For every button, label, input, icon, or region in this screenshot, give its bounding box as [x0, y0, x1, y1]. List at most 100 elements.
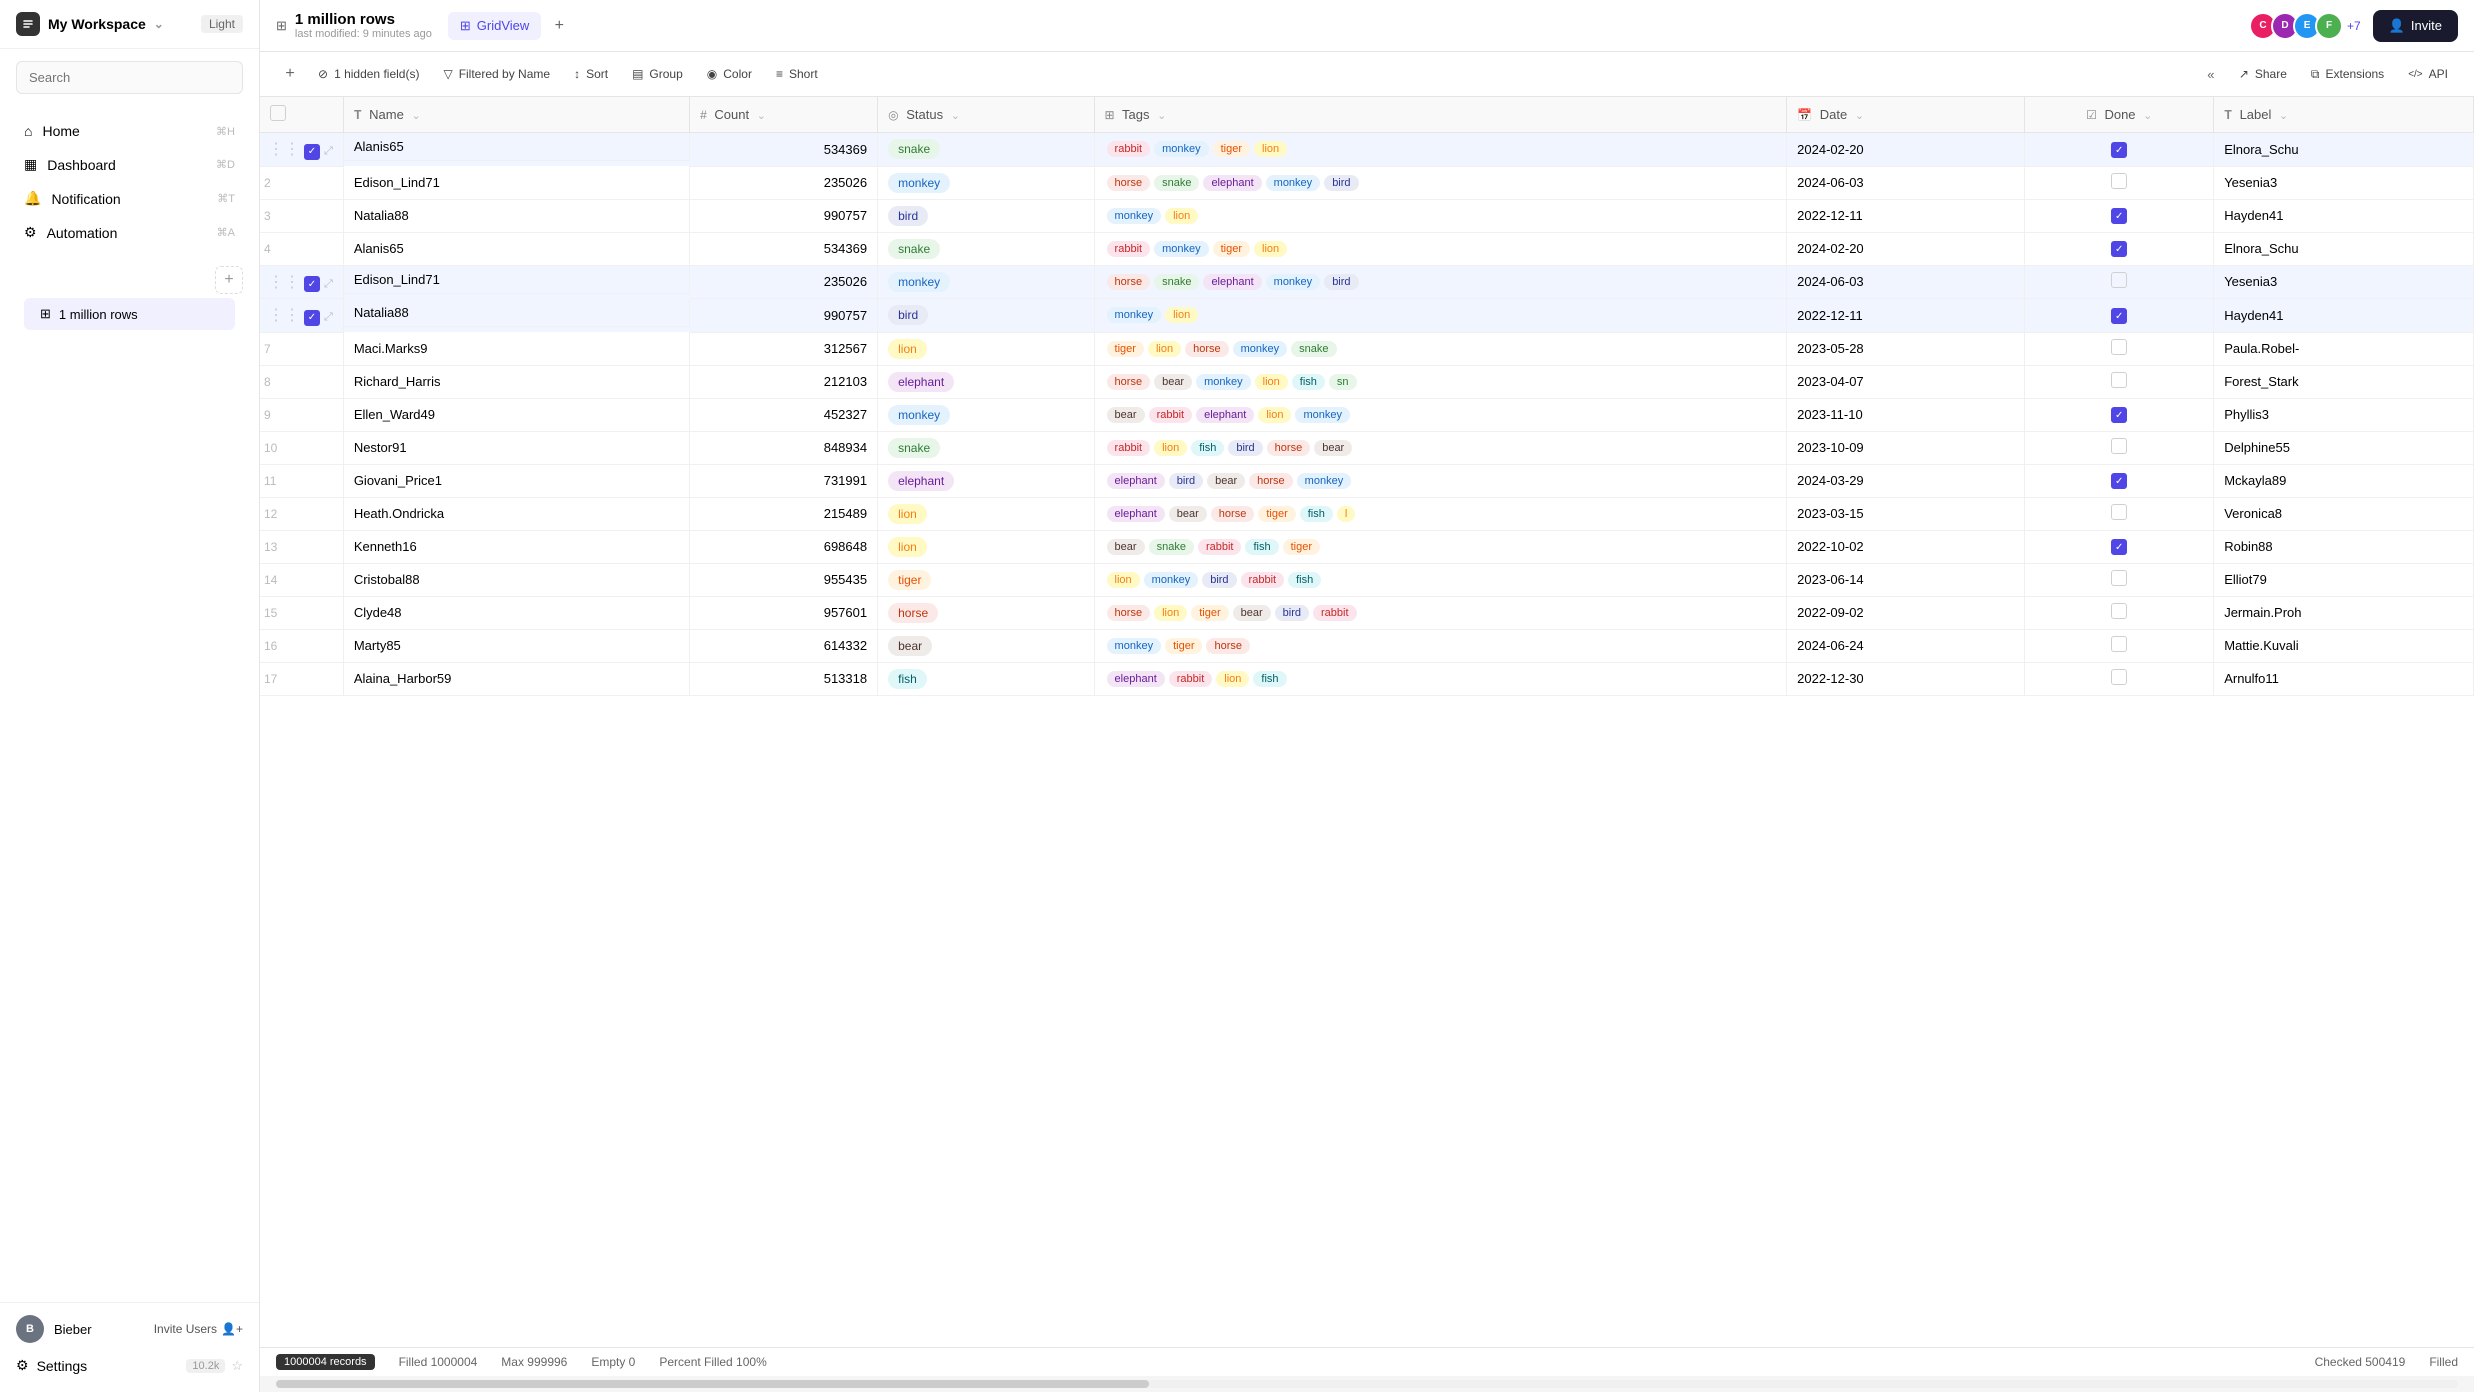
- color-button[interactable]: ◉ Color: [697, 62, 762, 86]
- cell-label: Jermain.Proh: [2214, 596, 2474, 629]
- horizontal-scrollbar[interactable]: [276, 1380, 2458, 1388]
- cell-done[interactable]: ✓: [2025, 398, 2214, 431]
- invite-users-button[interactable]: Invite Users 👤+: [154, 1322, 243, 1336]
- row-checkbox[interactable]: ✓: [304, 276, 320, 292]
- cell-name[interactable]: Natalia88: [343, 199, 689, 232]
- done-checkbox[interactable]: ✓: [2111, 142, 2127, 158]
- cell-done[interactable]: [2025, 563, 2214, 596]
- header-tags[interactable]: ⊞ Tags ⌄: [1094, 97, 1787, 133]
- done-checkbox[interactable]: [2111, 603, 2127, 619]
- filter-button[interactable]: ▽ Filtered by Name: [433, 62, 560, 86]
- group-button[interactable]: ▤ Group: [622, 62, 693, 86]
- row-checkbox[interactable]: ✓: [304, 310, 320, 326]
- expand-row-button[interactable]: ⤢: [324, 145, 333, 157]
- share-button[interactable]: ↗ Share: [2229, 62, 2297, 86]
- cell-name[interactable]: Ellen_Ward49: [343, 398, 689, 431]
- cell-name[interactable]: Heath.Ondricka: [343, 497, 689, 530]
- add-field-button[interactable]: +: [276, 60, 304, 88]
- sort-button[interactable]: ↕ Sort: [564, 62, 618, 86]
- done-checkbox[interactable]: [2111, 438, 2127, 454]
- cell-done[interactable]: ✓: [2025, 464, 2214, 497]
- done-checkbox[interactable]: [2111, 570, 2127, 586]
- workspace-selector[interactable]: My Workspace ⌄: [16, 12, 164, 36]
- row-checkbox[interactable]: ✓: [304, 144, 320, 160]
- done-checkbox[interactable]: [2111, 173, 2127, 189]
- cell-done[interactable]: [2025, 596, 2214, 629]
- settings-item[interactable]: ⚙ Settings: [16, 1357, 87, 1374]
- drag-handle[interactable]: ⋮⋮: [264, 274, 304, 291]
- short-button[interactable]: ≡ Short: [766, 62, 828, 86]
- automation-icon: ⚙: [24, 224, 37, 241]
- done-checkbox[interactable]: [2111, 669, 2127, 685]
- cell-name[interactable]: Marty85: [343, 629, 689, 662]
- cell-name[interactable]: Edison_Lind71: [343, 166, 689, 199]
- done-checkbox[interactable]: ✓: [2111, 473, 2127, 489]
- done-checkbox[interactable]: ✓: [2111, 241, 2127, 257]
- header-checkbox[interactable]: [270, 105, 286, 121]
- done-checkbox[interactable]: [2111, 339, 2127, 355]
- cell-name[interactable]: Maci.Marks9: [343, 332, 689, 365]
- cell-name[interactable]: Alanis65: [343, 232, 689, 265]
- drag-handle[interactable]: ⋮⋮: [264, 141, 304, 158]
- cell-name[interactable]: Alanis65: [344, 133, 690, 161]
- sidebar-item-home[interactable]: ⌂ Home ⌘H: [8, 115, 251, 147]
- extensions-button[interactable]: ⧉ Extensions: [2301, 62, 2394, 87]
- done-checkbox[interactable]: [2111, 272, 2127, 288]
- cell-name[interactable]: Alaina_Harbor59: [343, 662, 689, 695]
- cell-name[interactable]: Richard_Harris: [343, 365, 689, 398]
- done-checkbox[interactable]: ✓: [2111, 208, 2127, 224]
- cell-name[interactable]: Nestor91: [343, 431, 689, 464]
- cell-done[interactable]: ✓: [2025, 299, 2214, 333]
- header-count[interactable]: # Count ⌄: [690, 97, 878, 133]
- cell-done[interactable]: [2025, 629, 2214, 662]
- expand-row-button[interactable]: ⤢: [324, 311, 333, 323]
- cell-done[interactable]: [2025, 332, 2214, 365]
- sidebar-item-dashboard[interactable]: ▦ Dashboard ⌘D: [8, 148, 251, 181]
- api-button[interactable]: </> API: [2398, 62, 2458, 86]
- header-date[interactable]: 📅 Date ⌄: [1787, 97, 2025, 133]
- add-view-button[interactable]: +: [545, 12, 573, 40]
- header-done[interactable]: ☑ Done ⌄: [2025, 97, 2214, 133]
- add-table-button[interactable]: +: [215, 266, 243, 294]
- sidebar-item-1million[interactable]: ⊞ 1 million rows: [24, 298, 235, 330]
- sidebar-item-notification[interactable]: 🔔 Notification ⌘T: [8, 182, 251, 215]
- cell-name[interactable]: Natalia88: [344, 299, 690, 327]
- header-label[interactable]: 𝐓 Label ⌄: [2214, 97, 2474, 133]
- done-checkbox[interactable]: [2111, 372, 2127, 388]
- cell-done[interactable]: [2025, 662, 2214, 695]
- cell-name[interactable]: Kenneth16: [343, 530, 689, 563]
- sidebar-mode[interactable]: Light: [201, 15, 243, 33]
- cell-done[interactable]: ✓: [2025, 232, 2214, 265]
- cell-done[interactable]: [2025, 166, 2214, 199]
- done-checkbox[interactable]: ✓: [2111, 407, 2127, 423]
- hidden-fields-button[interactable]: ⊘ 1 hidden field(s): [308, 62, 429, 86]
- home-shortcut: ⌘H: [216, 125, 235, 138]
- cell-done[interactable]: [2025, 365, 2214, 398]
- search-input[interactable]: [16, 61, 243, 94]
- sidebar-item-automation[interactable]: ⚙ Automation ⌘A: [8, 216, 251, 249]
- expand-row-button[interactable]: ⤢: [324, 278, 333, 290]
- invite-button[interactable]: 👤 Invite: [2373, 10, 2458, 42]
- cell-done[interactable]: [2025, 431, 2214, 464]
- cell-tags: bearrabbitelephantlionmonkey: [1094, 398, 1787, 431]
- done-checkbox[interactable]: ✓: [2111, 539, 2127, 555]
- done-checkbox[interactable]: [2111, 636, 2127, 652]
- cell-done[interactable]: ✓: [2025, 133, 2214, 167]
- cell-done[interactable]: [2025, 265, 2214, 299]
- cell-done[interactable]: [2025, 497, 2214, 530]
- cell-name[interactable]: Cristobal88: [343, 563, 689, 596]
- collapse-button[interactable]: «: [2197, 60, 2225, 88]
- tab-gridview[interactable]: ⊞ GridView: [448, 12, 541, 40]
- header-status[interactable]: ◎ Status ⌄: [878, 97, 1094, 133]
- cell-name[interactable]: Clyde48: [343, 596, 689, 629]
- done-checkbox[interactable]: [2111, 504, 2127, 520]
- table-container[interactable]: 𝐓 Name ⌄ # Count ⌄ ◎ Status ⌄: [260, 97, 2474, 1347]
- header-name[interactable]: 𝐓 Name ⌄: [343, 97, 689, 133]
- done-checkbox[interactable]: ✓: [2111, 308, 2127, 324]
- cell-name[interactable]: Giovani_Price1: [343, 464, 689, 497]
- drag-handle[interactable]: ⋮⋮: [264, 307, 304, 324]
- cell-name[interactable]: Edison_Lind71: [344, 266, 690, 294]
- cell-done[interactable]: ✓: [2025, 199, 2214, 232]
- cell-done[interactable]: ✓: [2025, 530, 2214, 563]
- scrollbar-thumb[interactable]: [276, 1380, 1149, 1388]
